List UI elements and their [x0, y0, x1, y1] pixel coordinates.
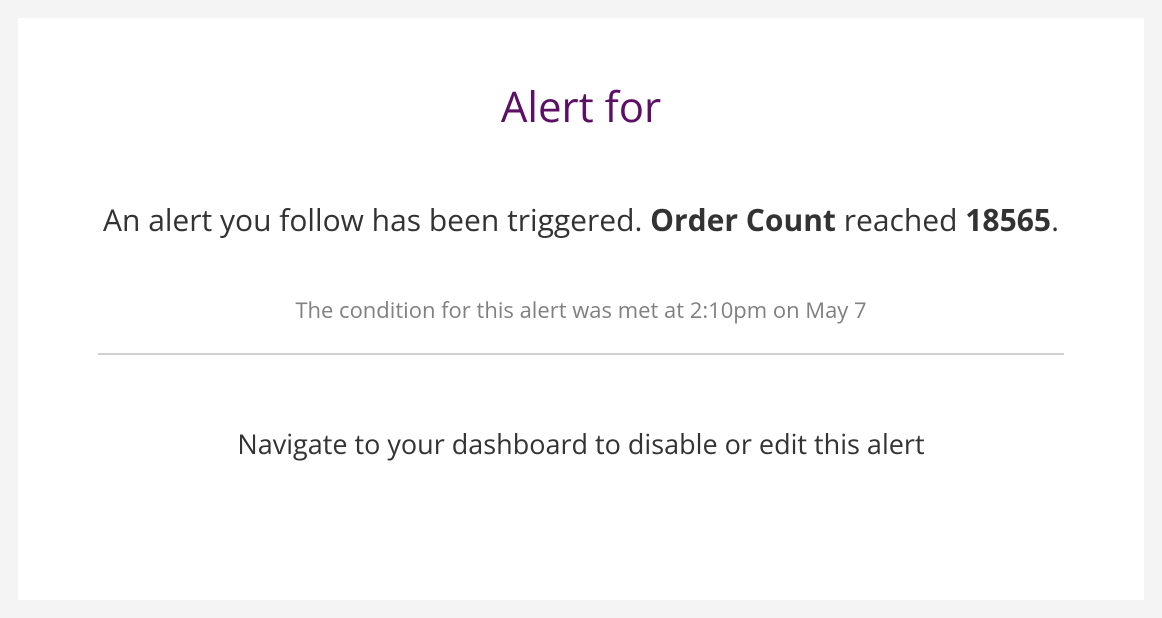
- alert-title: Alert for: [78, 78, 1084, 135]
- alert-card: Alert for An alert you follow has been t…: [18, 18, 1144, 600]
- alert-body-prefix: An alert you follow has been triggered.: [103, 199, 650, 240]
- alert-footer-text: Navigate to your dashboard to disable or…: [78, 425, 1084, 462]
- divider: [98, 353, 1064, 355]
- alert-body: An alert you follow has been triggered. …: [78, 195, 1084, 245]
- alert-condition-time: The condition for this alert was met at …: [78, 295, 1084, 325]
- alert-body-reached: reached: [836, 199, 965, 240]
- alert-metric-value: 18565: [965, 199, 1051, 240]
- alert-body-period: .: [1051, 199, 1059, 240]
- alert-metric-name: Order Count: [650, 199, 836, 240]
